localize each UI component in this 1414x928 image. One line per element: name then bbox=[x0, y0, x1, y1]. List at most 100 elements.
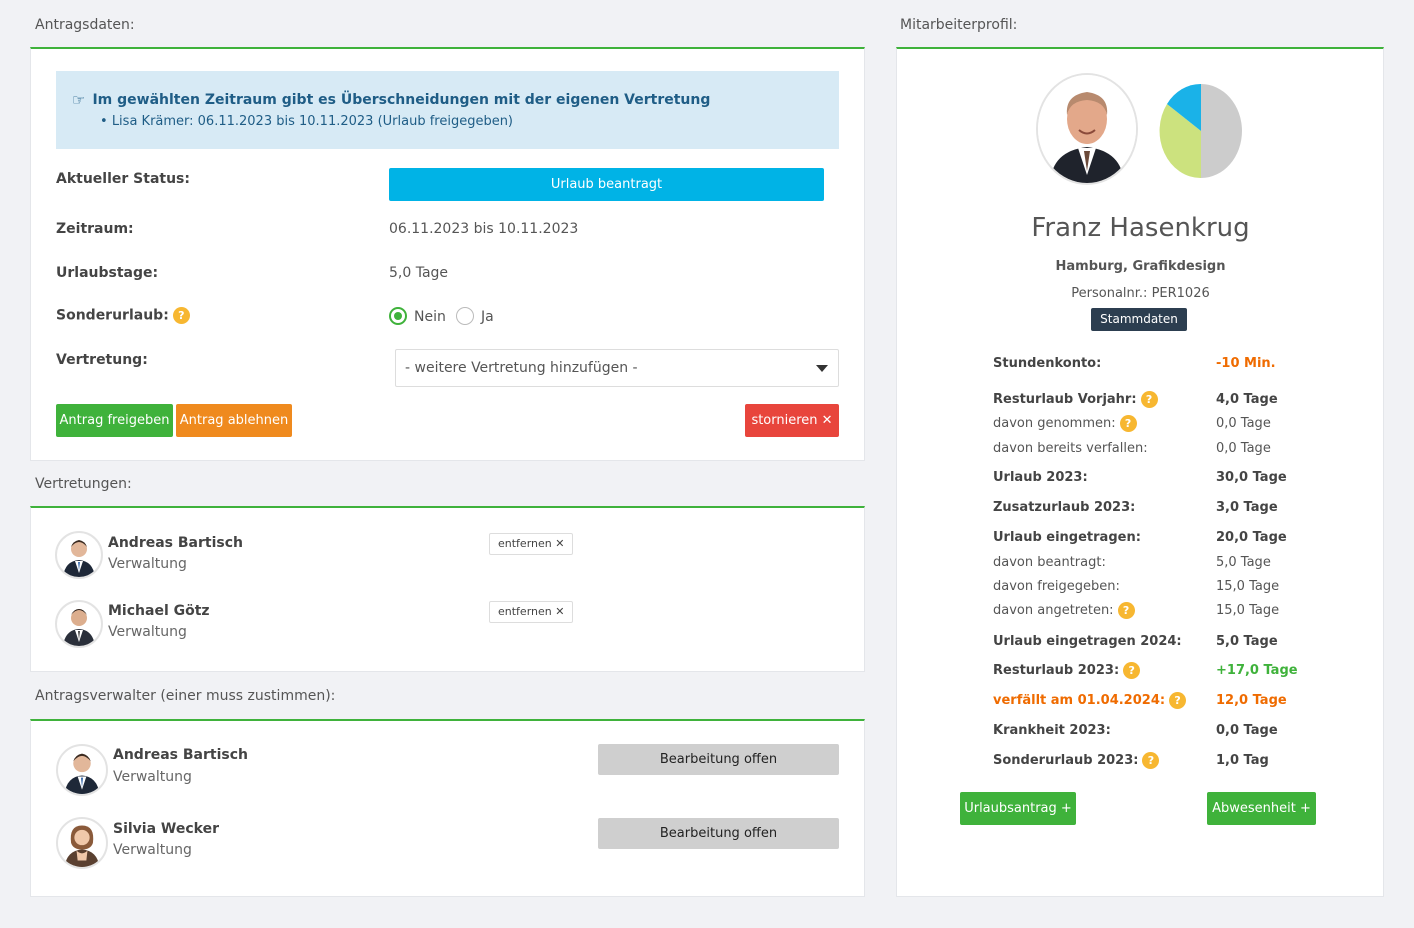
urlaubstage-value: 5,0 Tage bbox=[389, 265, 449, 281]
stat-label: Krankheit 2023: bbox=[993, 723, 1111, 738]
section-title-antragsdaten: Antragsdaten: bbox=[35, 17, 135, 33]
stat-value: 4,0 Tage bbox=[1216, 392, 1278, 407]
remove-vertretung-button[interactable]: entfernen ✕ bbox=[489, 601, 574, 623]
verwalter-dept: Verwaltung bbox=[113, 769, 192, 785]
stat-label-row: Sonderurlaub 2023:? bbox=[993, 752, 1160, 769]
help-icon[interactable]: ? bbox=[1169, 692, 1187, 709]
verwalter-dept: Verwaltung bbox=[113, 842, 192, 858]
stat-value: 5,0 Tage bbox=[1216, 634, 1278, 649]
vertretung-select-value: - weitere Vertretung hinzufügen - bbox=[405, 360, 638, 376]
urlaubsantrag-button[interactable]: Urlaubsantrag + bbox=[960, 792, 1076, 825]
stat-label: davon beantragt: bbox=[993, 555, 1106, 570]
stat-value: 1,0 Tag bbox=[1216, 753, 1269, 768]
radio-ja-label: Ja bbox=[481, 309, 494, 325]
stammdaten-button[interactable]: Stammdaten ➔] bbox=[1091, 308, 1187, 349]
stat-value: 0,0 Tage bbox=[1216, 416, 1271, 431]
help-icon[interactable]: ? bbox=[1117, 602, 1135, 619]
approve-button[interactable]: Antrag freigeben bbox=[56, 404, 173, 437]
stat-value: 15,0 Tage bbox=[1216, 603, 1280, 618]
stat-label-row: verfällt am 01.04.2024:? bbox=[993, 692, 1187, 709]
avatar-image bbox=[63, 609, 95, 646]
reject-button[interactable]: Antrag ablehnen bbox=[176, 404, 292, 437]
stat-label-row: Resturlaub Vorjahr:? bbox=[993, 391, 1158, 408]
stat-value: 0,0 Tage bbox=[1216, 723, 1278, 738]
pie-slice-grey bbox=[1201, 84, 1242, 178]
stat-label: Urlaub eingetragen 2024: bbox=[993, 634, 1182, 649]
help-icon[interactable]: ? bbox=[172, 307, 190, 324]
chevron-down-icon bbox=[816, 365, 828, 372]
section-title-vertretungen: Vertretungen: bbox=[35, 476, 132, 492]
stat-label: davon freigegeben: bbox=[993, 579, 1120, 594]
profile-photo-image bbox=[1038, 75, 1136, 183]
help-icon[interactable]: ? bbox=[1142, 752, 1160, 769]
vertretung-name: Andreas Bartisch bbox=[108, 535, 243, 551]
mitarbeiterprofil-panel: Franz Hasenkrug Hamburg, Grafikdesign Pe… bbox=[896, 47, 1384, 897]
cancel-button[interactable]: stornieren ✕ bbox=[745, 404, 839, 437]
verwalter-name: Silvia Wecker bbox=[113, 821, 219, 837]
stat-label-row: davon genommen:? bbox=[993, 415, 1137, 432]
sonderurlaub-label-row: Sonderurlaub:? bbox=[56, 307, 190, 324]
urlaubstage-label: Urlaubstage: bbox=[56, 265, 159, 281]
stat-label-row: Resturlaub 2023:? bbox=[993, 662, 1141, 679]
stat-label: Resturlaub Vorjahr: bbox=[993, 392, 1137, 407]
verwalter-name: Andreas Bartisch bbox=[113, 747, 248, 763]
profile-photo bbox=[1036, 73, 1138, 185]
vertretungen-panel: Andreas Bartisch Verwaltung entfernen ✕ … bbox=[30, 506, 865, 672]
profile-personalnr: Personalnr.: PER1026 bbox=[1071, 286, 1210, 301]
stat-label: Urlaub 2023: bbox=[993, 470, 1088, 485]
vertretung-label: Vertretung: bbox=[56, 352, 148, 368]
avatar bbox=[56, 744, 108, 796]
stat-label: Stundenkonto: bbox=[993, 356, 1102, 371]
avatar-image bbox=[64, 753, 100, 794]
stat-label: Urlaub eingetragen: bbox=[993, 530, 1141, 545]
status-badge: Urlaub beantragt bbox=[389, 168, 824, 201]
avatar-image bbox=[63, 540, 95, 577]
help-icon[interactable]: ? bbox=[1140, 391, 1158, 408]
stat-value: 5,0 Tage bbox=[1216, 555, 1271, 570]
stat-label: davon angetreten: bbox=[993, 603, 1114, 618]
stat-label-row: davon angetreten:? bbox=[993, 602, 1135, 619]
stat-label: verfällt am 01.04.2024: bbox=[993, 693, 1166, 708]
avatar-image bbox=[64, 825, 100, 867]
alert-heading: Im gewählten Zeitraum gibt es Überschnei… bbox=[92, 92, 711, 108]
section-title-antragsverwalter: Antragsverwalter (einer muss zustimmen): bbox=[35, 688, 336, 704]
stat-label: davon bereits verfallen: bbox=[993, 441, 1148, 456]
avatar bbox=[55, 531, 103, 579]
stat-label: Zusatzurlaub 2023: bbox=[993, 500, 1136, 515]
pointing-hand-icon: ☞ bbox=[72, 91, 86, 109]
avatar bbox=[56, 817, 108, 869]
vertretung-name: Michael Götz bbox=[108, 603, 210, 619]
stat-label: Sonderurlaub 2023: bbox=[993, 753, 1139, 768]
stat-value: 0,0 Tage bbox=[1216, 441, 1271, 456]
vertretung-select[interactable]: - weitere Vertretung hinzufügen - bbox=[395, 349, 839, 387]
radio-nein-label: Nein bbox=[414, 309, 446, 325]
stat-label: Resturlaub 2023: bbox=[993, 663, 1120, 678]
stat-value: +17,0 Tage bbox=[1216, 663, 1298, 678]
vertretung-dept: Verwaltung bbox=[108, 624, 187, 640]
zeitraum-value: 06.11.2023 bis 10.11.2023 bbox=[389, 221, 579, 237]
stat-value: -10 Min. bbox=[1216, 356, 1276, 371]
abwesenheit-button[interactable]: Abwesenheit + bbox=[1207, 792, 1316, 825]
remove-vertretung-button[interactable]: entfernen ✕ bbox=[489, 533, 574, 555]
sonderurlaub-label: Sonderurlaub: bbox=[56, 307, 169, 324]
stat-value: 3,0 Tage bbox=[1216, 500, 1278, 515]
alert-item: Lisa Krämer: 06.11.2023 bis 10.11.2023 (… bbox=[111, 114, 514, 129]
stat-label: davon genommen: bbox=[993, 416, 1116, 431]
stat-value: 12,0 Tage bbox=[1216, 693, 1287, 708]
stat-value: 30,0 Tage bbox=[1216, 470, 1287, 485]
overlap-alert: ☞ Im gewählten Zeitraum gibt es Überschn… bbox=[56, 71, 839, 149]
profile-location: Hamburg, Grafikdesign bbox=[1055, 259, 1226, 274]
status-label: Aktueller Status: bbox=[56, 171, 190, 187]
avatar bbox=[55, 600, 103, 648]
radio-nein[interactable] bbox=[389, 307, 407, 325]
bearbeitung-status-button[interactable]: Bearbeitung offen bbox=[598, 744, 839, 775]
antragsverwalter-panel: Andreas Bartisch Verwaltung Bearbeitung … bbox=[30, 719, 865, 897]
vertretung-dept: Verwaltung bbox=[108, 556, 187, 572]
bearbeitung-status-button[interactable]: Bearbeitung offen bbox=[598, 818, 839, 849]
stat-value: 15,0 Tage bbox=[1216, 579, 1280, 594]
help-icon[interactable]: ? bbox=[1119, 415, 1137, 432]
radio-ja[interactable] bbox=[456, 307, 474, 325]
antragsdaten-panel: ☞ Im gewählten Zeitraum gibt es Überschn… bbox=[30, 47, 865, 461]
help-icon[interactable]: ? bbox=[1123, 662, 1141, 679]
zeitraum-label: Zeitraum: bbox=[56, 221, 134, 237]
